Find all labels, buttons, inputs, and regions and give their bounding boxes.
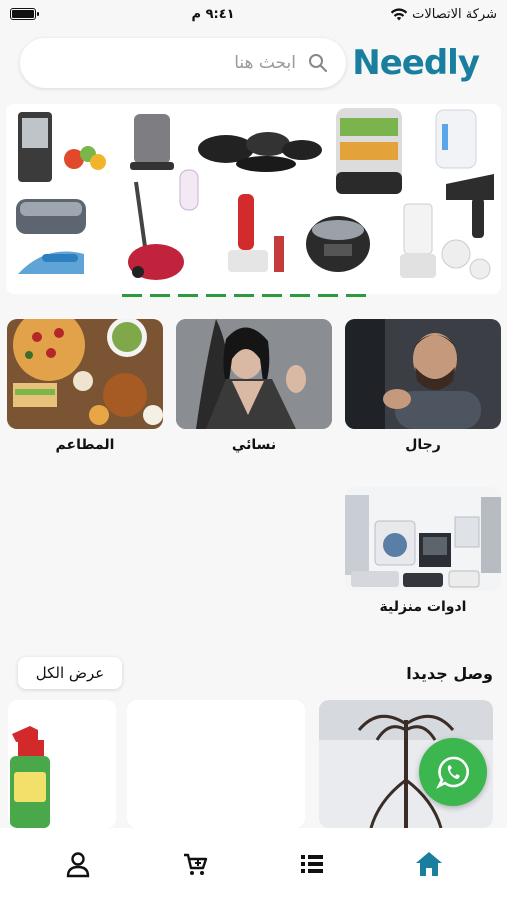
product-card[interactable] [8, 700, 116, 828]
category-men[interactable]: رجال [345, 319, 501, 453]
view-all-button[interactable]: عرض الكل [18, 657, 122, 689]
nav-profile[interactable] [48, 834, 108, 894]
wifi-icon [390, 7, 408, 20]
search-icon[interactable] [308, 53, 328, 73]
pagination-dash [178, 294, 198, 297]
nav-cart[interactable] [165, 834, 225, 894]
banner-pagination [122, 294, 366, 297]
category-home-appliances[interactable]: ادوات منزلية [345, 487, 501, 615]
category-restaurants-image [7, 319, 163, 429]
cart-icon [184, 853, 208, 875]
user-icon [67, 852, 90, 878]
search-bar[interactable] [20, 38, 346, 88]
carrier-name: شركة الاتصالات [412, 6, 497, 22]
pagination-dash [262, 294, 282, 297]
pagination-dash [318, 294, 338, 297]
nav-categories[interactable] [282, 834, 342, 894]
search-input[interactable] [76, 53, 296, 73]
banner-appliances-image [16, 108, 494, 280]
pagination-dash [346, 294, 366, 297]
pagination-dash [234, 294, 254, 297]
product-card[interactable] [127, 700, 305, 828]
category-women-label: نسائي [231, 437, 277, 453]
pagination-dash [206, 294, 226, 297]
category-women-image [176, 319, 332, 429]
category-home-appliances-image [345, 487, 501, 591]
category-women[interactable]: نسائي [176, 319, 332, 453]
pagination-dash [150, 294, 170, 297]
whatsapp-icon [436, 756, 469, 789]
promo-banner[interactable] [6, 104, 501, 294]
battery-icon [10, 8, 39, 20]
carrier-info: شركة الاتصالات [390, 7, 497, 22]
bottom-navigation [0, 828, 507, 900]
pagination-dash [290, 294, 310, 297]
app-screen: ٩:٤١ م شركة الاتصالات Needly [0, 0, 507, 900]
new-arrivals-title: وصل جديدا [406, 664, 493, 683]
whatsapp-button[interactable] [419, 738, 487, 806]
category-home-appliances-label: ادوات منزلية [379, 599, 467, 615]
status-bar: ٩:٤١ م شركة الاتصالات [0, 0, 507, 28]
category-restaurants[interactable]: المطاعم [7, 319, 163, 453]
list-icon [300, 855, 323, 873]
category-men-label: رجال [405, 437, 441, 453]
app-logo: Needly [352, 43, 480, 83]
nav-home[interactable] [399, 834, 459, 894]
pagination-dash [122, 294, 142, 297]
category-men-image [345, 319, 501, 429]
category-restaurants-label: المطاعم [55, 437, 115, 453]
home-icon [415, 852, 442, 876]
cleaner-bottle-image [8, 700, 116, 828]
status-time: ٩:٤١ م [191, 6, 235, 22]
header: Needly [20, 36, 487, 90]
